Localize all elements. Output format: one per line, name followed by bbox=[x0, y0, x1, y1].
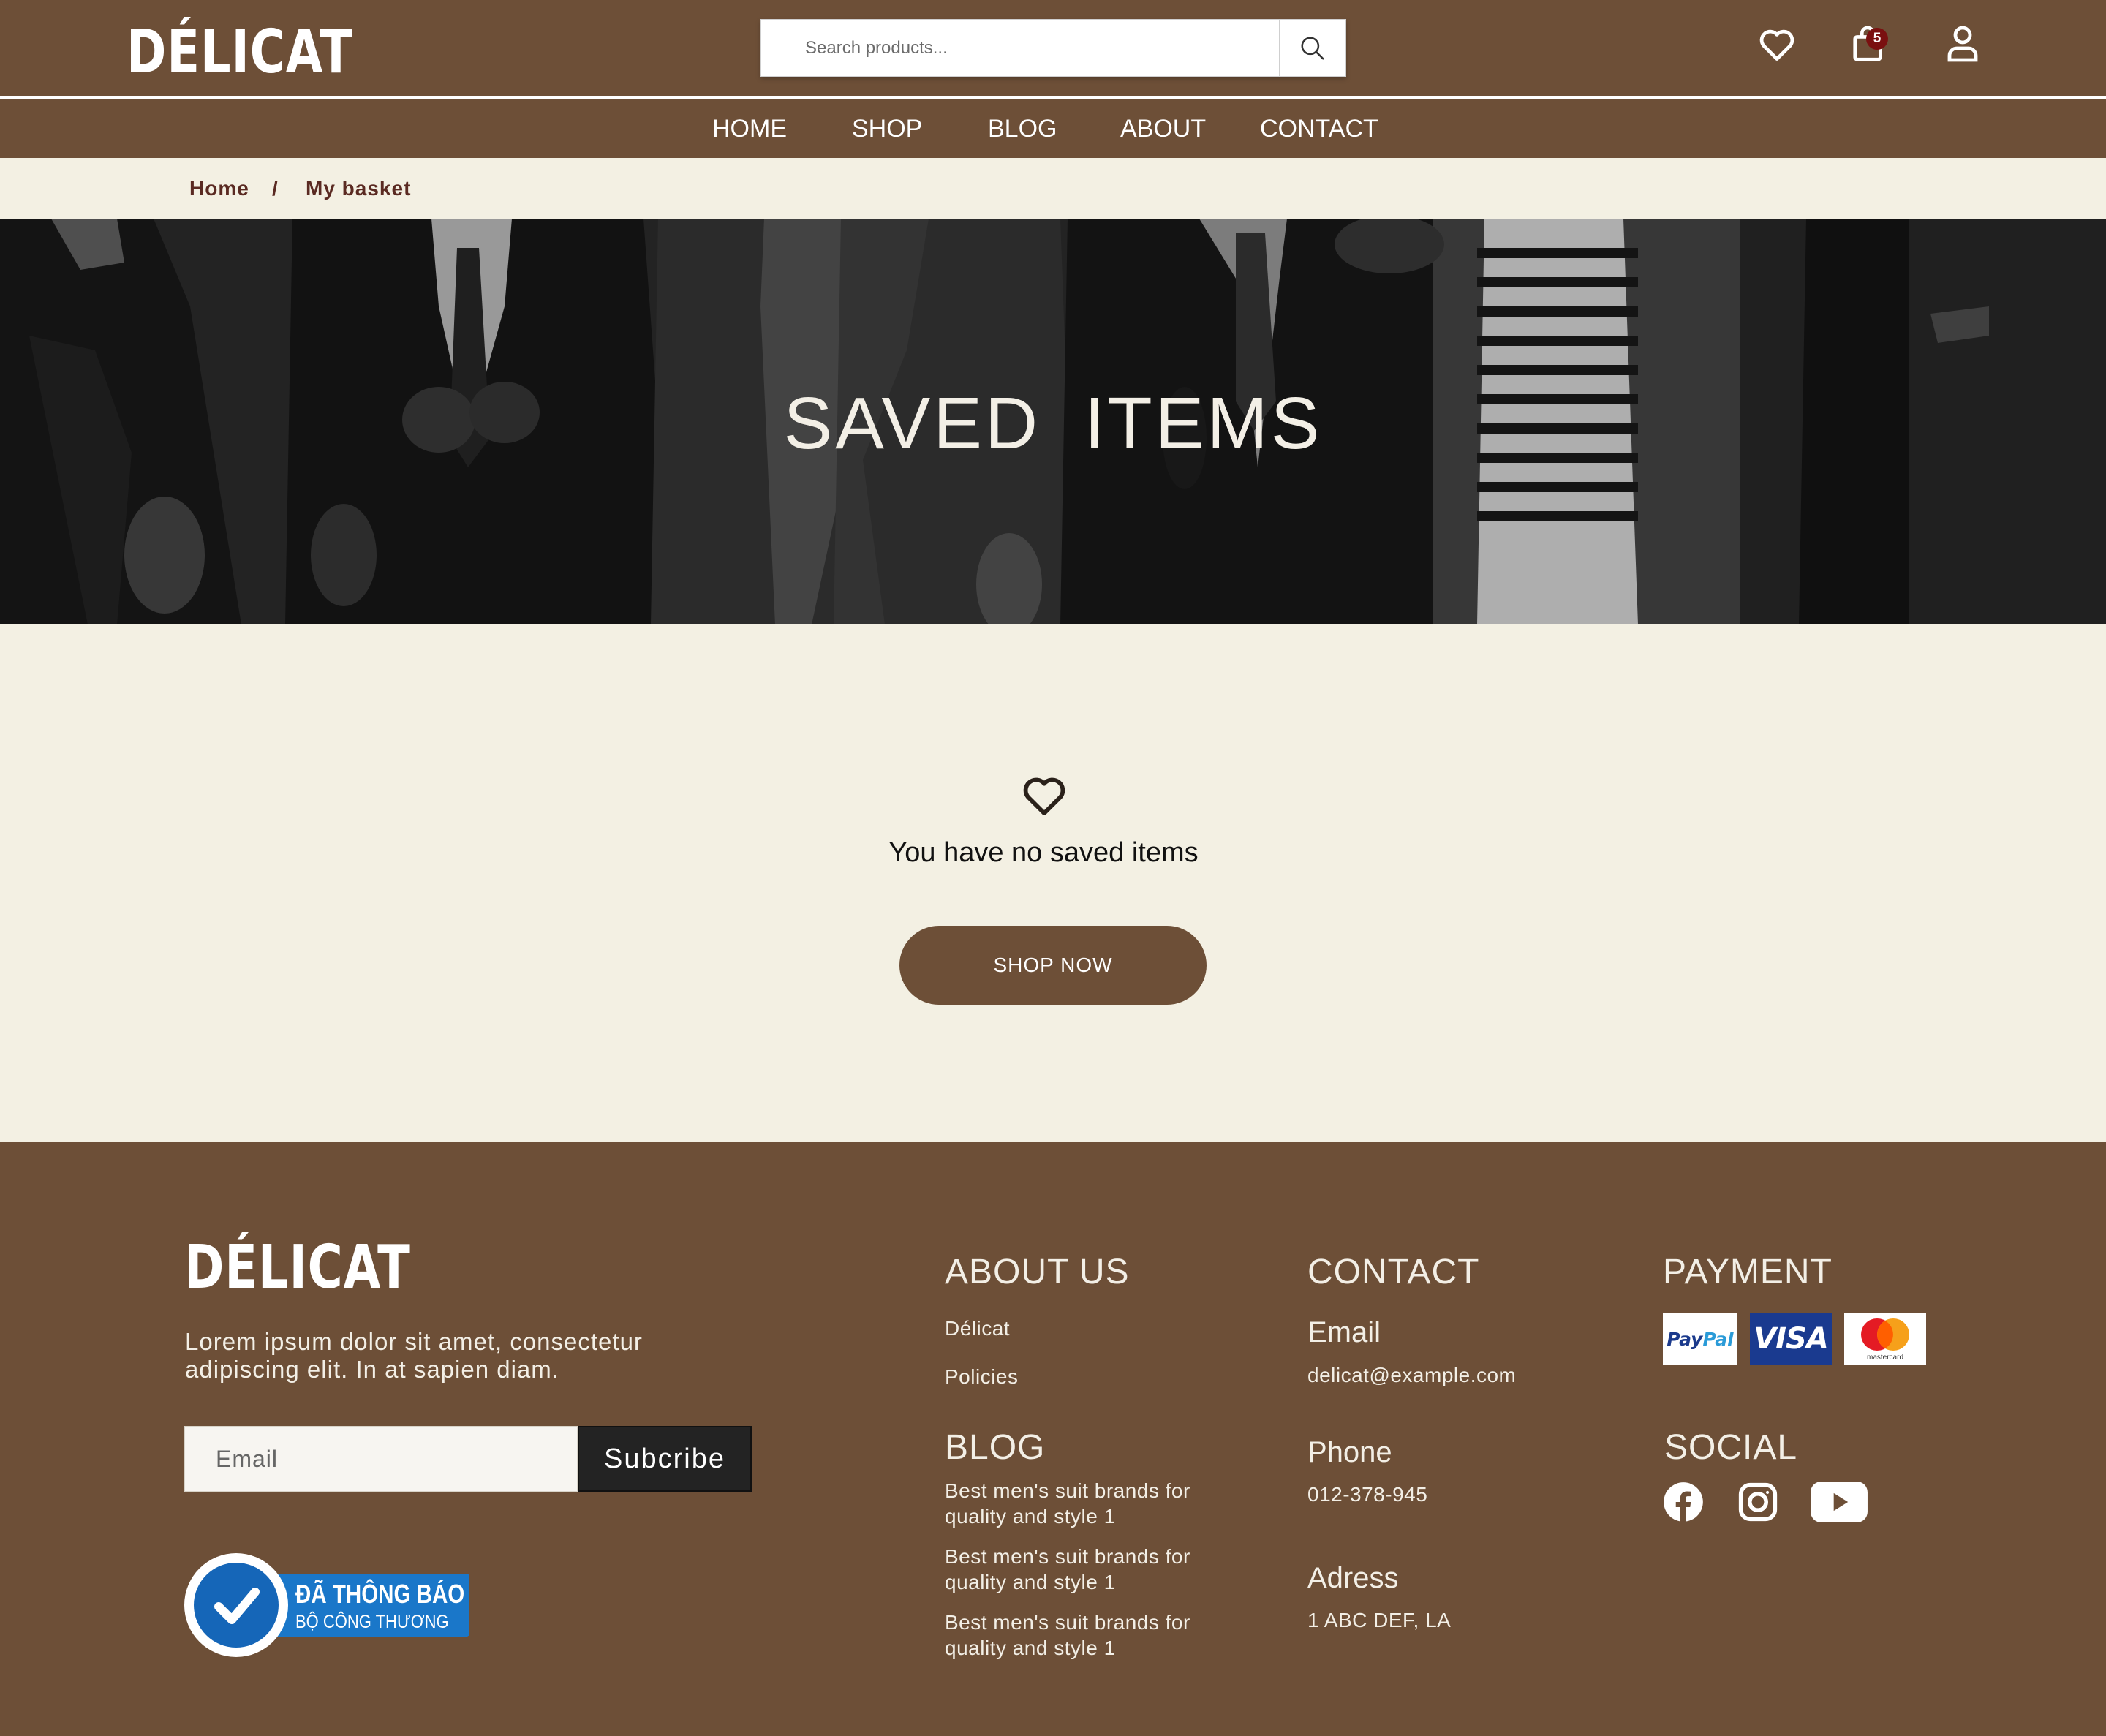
breadcrumb-separator: / bbox=[272, 177, 279, 200]
nav-shop[interactable]: SHOP bbox=[852, 113, 922, 145]
account-button[interactable] bbox=[1941, 22, 1985, 66]
shop-now-button[interactable]: SHOP NOW bbox=[899, 926, 1207, 1005]
search-icon bbox=[1301, 36, 1324, 60]
search-button[interactable] bbox=[1279, 20, 1346, 76]
instagram-link[interactable] bbox=[1737, 1480, 1778, 1524]
footer-link-policies[interactable]: Policies bbox=[945, 1365, 1018, 1389]
mastercard-circles-icon bbox=[1861, 1318, 1909, 1351]
instagram-icon bbox=[1738, 1482, 1778, 1522]
subscribe-button[interactable]: Subcribe bbox=[578, 1426, 752, 1492]
contact-phone-value[interactable]: 012-378-945 bbox=[1307, 1482, 1427, 1507]
contact-address-label: Adress bbox=[1307, 1562, 1399, 1594]
gov-badge-line1: ĐÃ THÔNG BÁO bbox=[295, 1579, 465, 1609]
contact-address-value: 1 ABC DEF, LA bbox=[1307, 1609, 1452, 1631]
search-box bbox=[760, 19, 1346, 77]
checkmark-icon bbox=[214, 1588, 260, 1624]
footer-description: Lorem ipsum dolor sit amet, consectetur … bbox=[185, 1328, 643, 1383]
paypal-logo: Pay Pal bbox=[1663, 1313, 1737, 1365]
nav-blog[interactable]: BLOG bbox=[988, 113, 1057, 145]
main-nav: HOME SHOP BLOG ABOUT CONTACT bbox=[0, 99, 2106, 158]
visa-logo: VISA bbox=[1750, 1313, 1832, 1365]
hero-banner: SAVED ITEMS bbox=[0, 219, 2106, 624]
paypal-logo-text: Pal bbox=[1702, 1328, 1734, 1350]
empty-state-message: You have no saved items bbox=[888, 837, 1199, 868]
facebook-icon bbox=[1664, 1482, 1703, 1522]
youtube-icon bbox=[1811, 1482, 1868, 1522]
search-input[interactable] bbox=[761, 20, 1279, 76]
gov-registration-badge[interactable]: ĐÃ THÔNG BÁO BỘ CÔNG THƯƠNG bbox=[184, 1553, 469, 1657]
footer-payment-heading: PAYMENT bbox=[1663, 1253, 1833, 1291]
footer-logo[interactable]: DÉLICAT bbox=[184, 1231, 411, 1305]
cart-count-badge: 5 bbox=[1866, 28, 1888, 50]
heart-icon bbox=[1023, 777, 1065, 815]
gov-seal bbox=[184, 1553, 288, 1657]
facebook-link[interactable] bbox=[1663, 1480, 1704, 1524]
mastercard-wordmark: mastercard bbox=[1866, 1353, 1903, 1362]
contact-email-label: Email bbox=[1307, 1316, 1381, 1348]
nav-home[interactable]: HOME bbox=[712, 113, 787, 145]
contact-phone-label: Phone bbox=[1307, 1436, 1392, 1468]
gov-badge-line2: BỘ CÔNG THƯƠNG bbox=[295, 1612, 449, 1632]
breadcrumb: Home / My basket bbox=[0, 158, 2106, 219]
nav-contact[interactable]: CONTACT bbox=[1260, 113, 1378, 145]
contact-email-value[interactable]: delicat@example.com bbox=[1307, 1363, 1516, 1388]
footer-contact-heading: CONTACT bbox=[1307, 1253, 1480, 1291]
newsletter-email-input[interactable] bbox=[184, 1426, 578, 1492]
gov-badge-label: ĐÃ THÔNG BÁO BỘ CÔNG THƯƠNG bbox=[271, 1574, 469, 1637]
wishlist-button[interactable] bbox=[1755, 22, 1799, 66]
footer-blog-post[interactable]: Best men's suit brands for quality and s… bbox=[945, 1609, 1223, 1661]
brand-logo[interactable]: DÉLICAT bbox=[127, 16, 353, 89]
footer-link-delicat[interactable]: Délicat bbox=[945, 1316, 1010, 1341]
breadcrumb-current: My basket bbox=[306, 177, 412, 200]
mastercard-logo: mastercard bbox=[1844, 1313, 1926, 1365]
heart-icon bbox=[1759, 29, 1794, 61]
page-title: SAVED ITEMS bbox=[783, 382, 1323, 464]
nav-about[interactable]: ABOUT bbox=[1120, 113, 1206, 145]
footer-blog-post[interactable]: Best men's suit brands for quality and s… bbox=[945, 1478, 1223, 1529]
footer-blog-post[interactable]: Best men's suit brands for quality and s… bbox=[945, 1544, 1223, 1595]
user-icon bbox=[1947, 26, 1978, 62]
youtube-link[interactable] bbox=[1811, 1480, 1868, 1524]
breadcrumb-home[interactable]: Home bbox=[189, 176, 249, 202]
footer-social-heading: SOCIAL bbox=[1664, 1428, 1798, 1467]
footer-blog-heading: BLOG bbox=[945, 1428, 1046, 1467]
footer-about-heading: ABOUT US bbox=[945, 1253, 1130, 1291]
